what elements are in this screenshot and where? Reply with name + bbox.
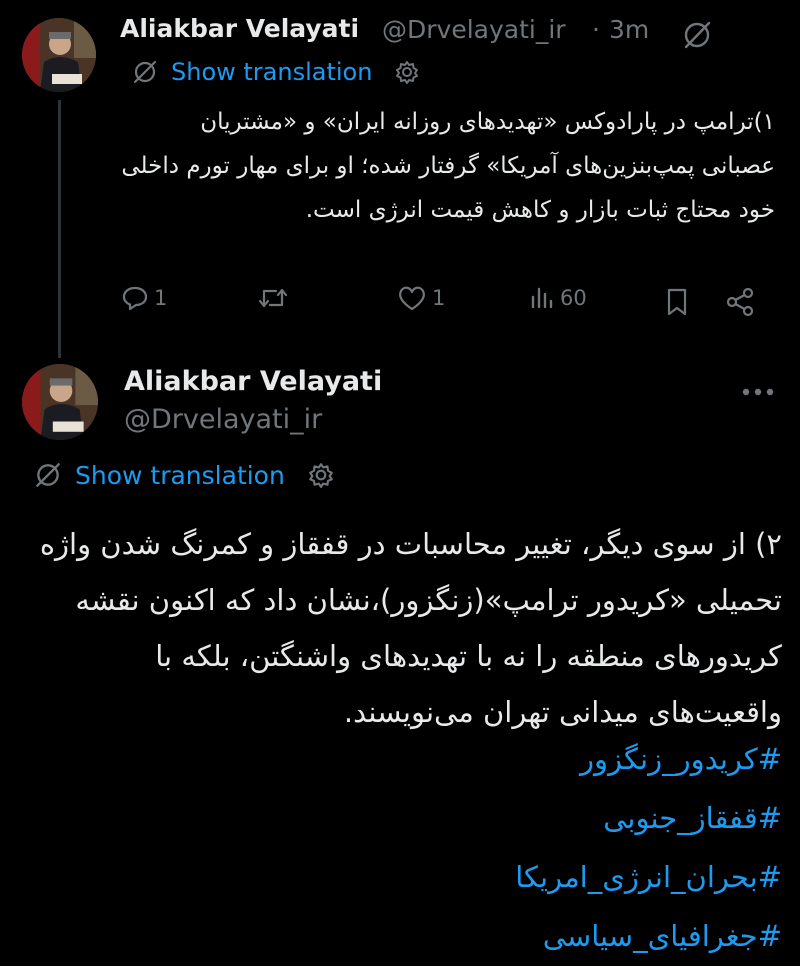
- reply-button[interactable]: 1: [120, 283, 167, 313]
- translate-icon: [133, 60, 157, 84]
- hashtag-link[interactable]: #قفقاز_جنوبی: [30, 789, 782, 848]
- avatar-photo: [22, 364, 98, 440]
- tweet-actions: 1 1 60: [120, 283, 760, 323]
- author-handle[interactable]: @Drvelayati_ir: [124, 404, 322, 435]
- translation-label: Show translation: [75, 460, 285, 490]
- views-icon: [531, 287, 553, 309]
- translation-label: Show translation: [171, 58, 373, 86]
- author-name[interactable]: Aliakbar Velayati: [120, 14, 359, 43]
- hashtag-list: #کریدور_زنگزور #قفقاز_جنوبی #بحران_انرژی…: [30, 730, 782, 966]
- views-count: 60: [560, 286, 587, 310]
- gear-icon[interactable]: [307, 461, 335, 489]
- thread-line: [58, 100, 61, 358]
- timestamp[interactable]: 3m: [609, 15, 649, 44]
- time-separator: ·: [592, 15, 600, 44]
- like-count: 1: [432, 286, 446, 310]
- hashtag-link[interactable]: #کریدور_زنگزور: [30, 730, 782, 789]
- tweet-text: ۲) از سوی دیگر، تغییر محاسبات در قفقاز و…: [39, 527, 782, 729]
- retweet-icon: [258, 288, 288, 308]
- reply-count: 1: [154, 286, 168, 310]
- hashtag-link[interactable]: #جغرافیای_سیاسی: [30, 907, 782, 966]
- tweet-text: ۱)ترامپ در پارادوکس «تهدیدهای روزانه ایر…: [121, 109, 775, 223]
- views-button[interactable]: 60: [528, 283, 587, 313]
- bookmark-icon[interactable]: [664, 287, 690, 317]
- hashtag-link[interactable]: #بحران_انرژی_امریکا: [30, 848, 782, 907]
- grok-icon[interactable]: [680, 18, 714, 52]
- author-name[interactable]: Aliakbar Velayati: [124, 366, 382, 397]
- show-translation-button[interactable]: Show translation: [33, 460, 335, 490]
- avatar[interactable]: [22, 18, 96, 92]
- show-translation-button[interactable]: Show translation: [131, 58, 420, 86]
- avatar[interactable]: [22, 364, 98, 440]
- share-icon[interactable]: [724, 286, 756, 318]
- like-button[interactable]: 1: [396, 283, 445, 313]
- reply-icon: [122, 286, 148, 311]
- translate-icon: [36, 463, 60, 487]
- gear-icon[interactable]: [394, 59, 420, 85]
- like-icon: [399, 286, 425, 311]
- avatar-photo: [22, 18, 96, 92]
- retweet-button[interactable]: [256, 283, 294, 313]
- author-handle[interactable]: @Drvelayati_ir: [382, 15, 566, 44]
- more-icon[interactable]: [740, 386, 776, 398]
